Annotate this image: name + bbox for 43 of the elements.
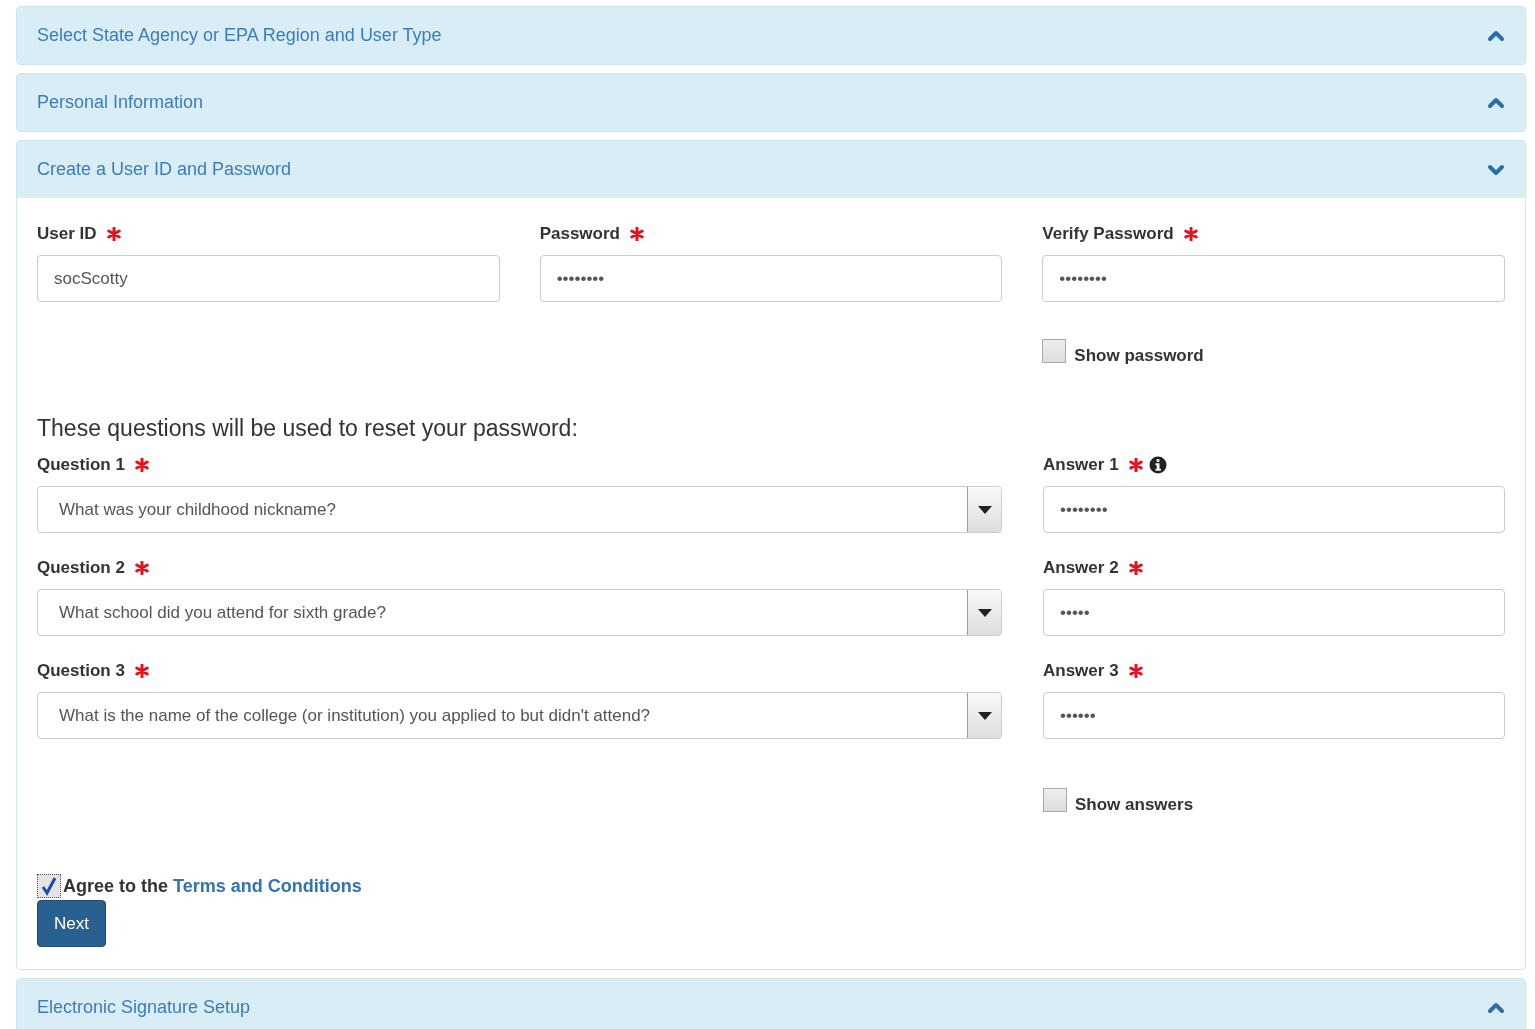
section-header[interactable]: Electronic Signature Setup: [17, 979, 1525, 1029]
section-title: Personal Information: [37, 92, 204, 113]
section-header[interactable]: Select State Agency or EPA Region and User Type: [17, 7, 1525, 64]
section-header[interactable]: Personal Information: [17, 74, 1525, 131]
checkbox[interactable]: [37, 874, 61, 898]
select-field[interactable]: What is the name of the college (or institution) you applied to but didn't attend?: [37, 692, 1002, 739]
section-title: Select State Agency or EPA Region and User Type: [37, 25, 442, 46]
dropdown-arrow-icon: [977, 505, 992, 514]
field-label: Answer 3: [1043, 661, 1119, 681]
terms-link[interactable]: Terms and Conditions: [173, 875, 362, 897]
field-label: Question 3: [37, 661, 125, 681]
dropdown-arrow-icon: [977, 608, 992, 617]
field-label: Answer 2: [1043, 558, 1119, 578]
field-label: User ID: [37, 224, 97, 244]
input-field[interactable]: •••••: [1043, 589, 1505, 636]
field-label: Question 1: [37, 455, 125, 475]
checkbox[interactable]: [1042, 339, 1067, 363]
info-icon[interactable]: [1148, 456, 1167, 474]
chevron-icon: [1487, 29, 1505, 42]
checkbox-label: Show answers: [1075, 795, 1194, 815]
input-field[interactable]: ••••••••: [1042, 255, 1505, 302]
dropdown-arrow-icon: [977, 711, 992, 720]
section-title: Create a User ID and Password: [37, 159, 292, 180]
section-title: Electronic Signature Setup: [37, 997, 251, 1018]
input-field[interactable]: ••••••••: [539, 255, 1003, 302]
section-header[interactable]: Create a User ID and Password: [17, 141, 1525, 198]
select-field[interactable]: What was your childhood nickname?: [37, 486, 1002, 533]
field-label: Answer 1: [1043, 455, 1119, 475]
section-heading: These questions will be used to reset your password:: [37, 415, 579, 442]
input-field[interactable]: socScotty: [37, 255, 500, 302]
select-field[interactable]: What school did you attend for sixth grade?: [37, 589, 1002, 636]
field-label: Password: [539, 224, 620, 244]
chevron-icon: [1487, 1001, 1505, 1014]
checkbox-label: Show password: [1074, 346, 1204, 366]
field-label: Question 2: [37, 558, 125, 578]
field-label: Verify Password: [1042, 224, 1174, 244]
input-field[interactable]: ••••••••: [1043, 486, 1505, 533]
input-field[interactable]: ••••••: [1043, 692, 1505, 739]
agree-text: Agree to the: [63, 875, 169, 897]
next-button[interactable]: Next: [37, 900, 106, 947]
chevron-icon: [1487, 96, 1505, 109]
checkbox[interactable]: [1043, 788, 1067, 812]
chevron-icon: [1487, 163, 1505, 176]
